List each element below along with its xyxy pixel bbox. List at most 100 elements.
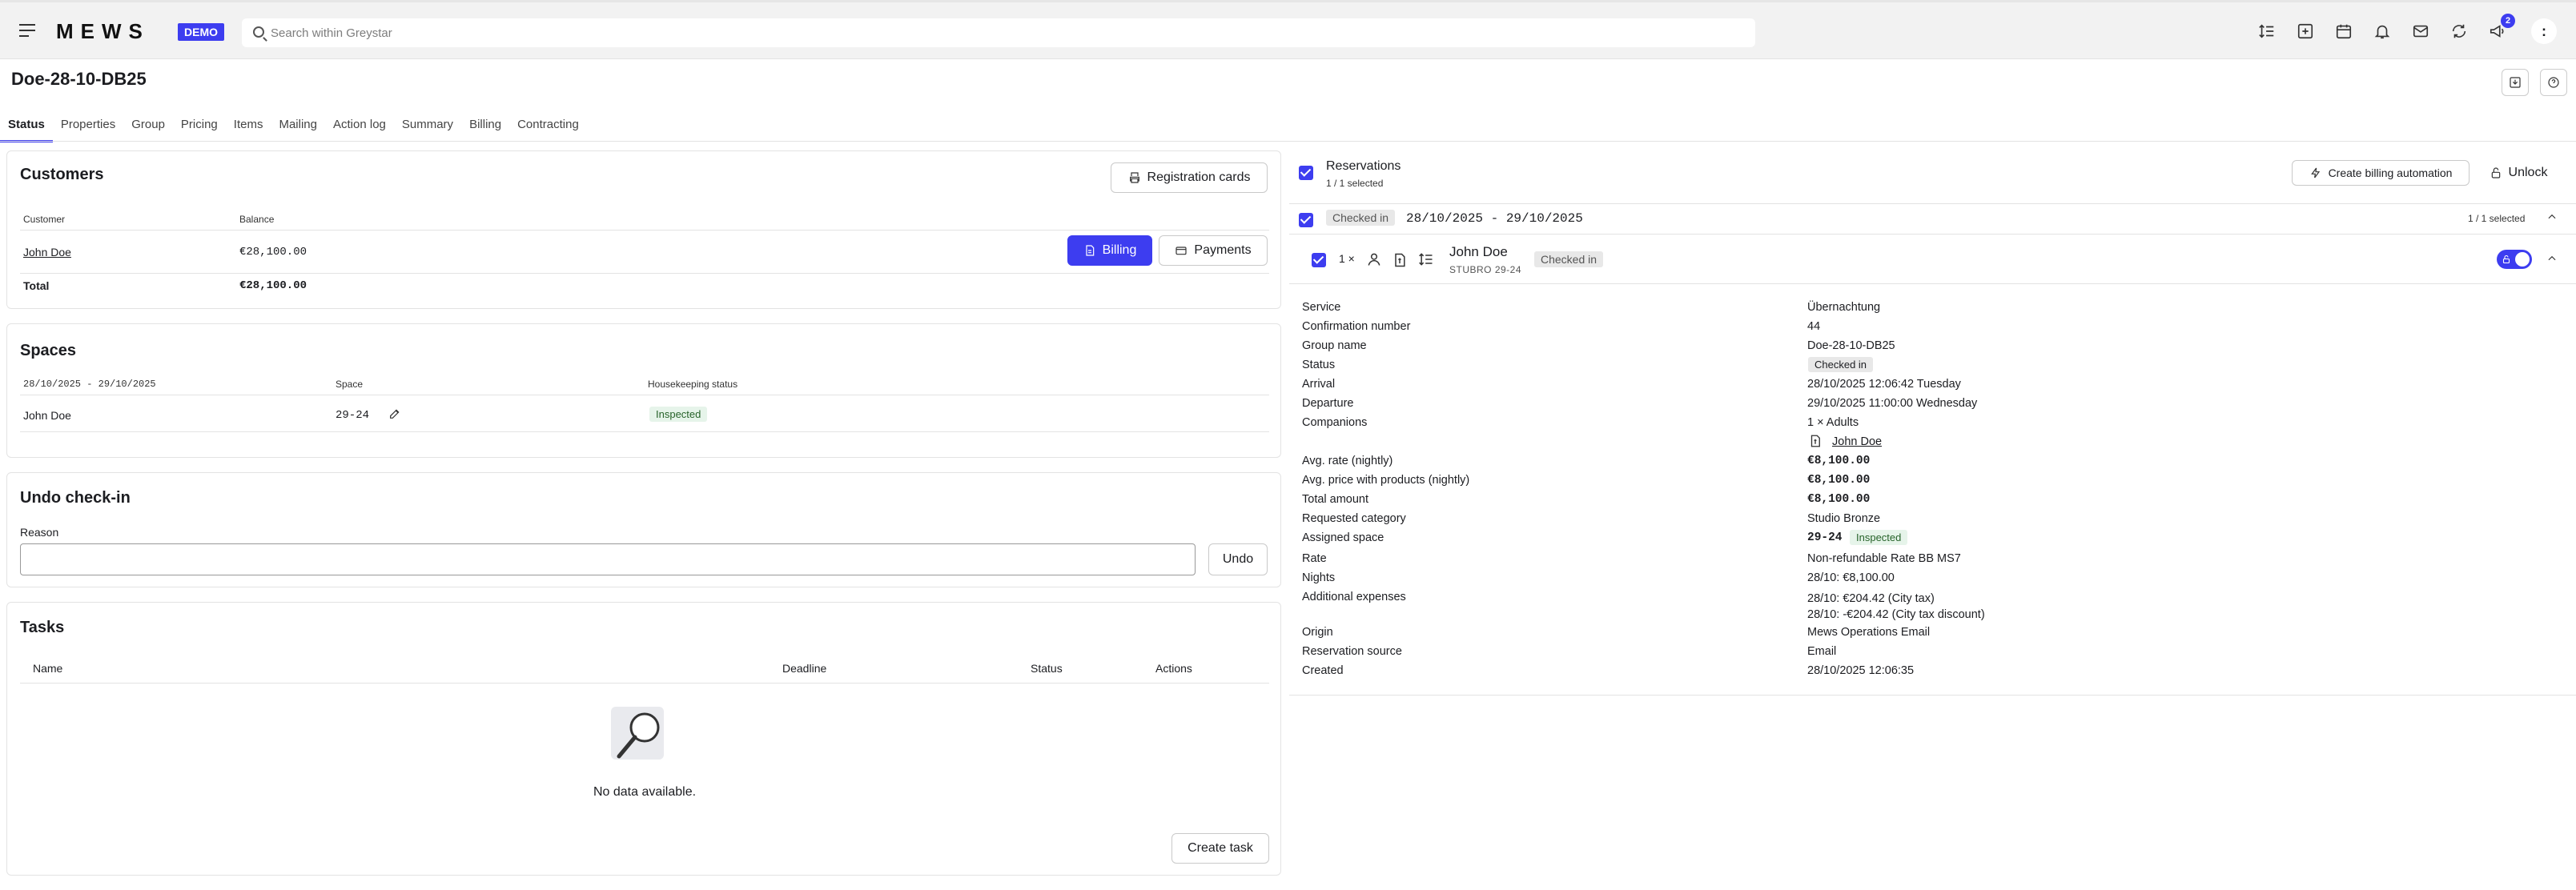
service-value: Übernachtung	[1807, 301, 1881, 314]
menu-icon[interactable]	[19, 24, 35, 37]
created-label: Created	[1302, 664, 1344, 677]
arrival-label: Arrival	[1302, 378, 1336, 391]
payments-button[interactable]: Payments	[1159, 235, 1268, 266]
nights-label: Nights	[1302, 571, 1336, 584]
mail-icon[interactable]	[2401, 17, 2440, 46]
divider	[1289, 695, 2576, 696]
companions-value: 1 × Adults	[1807, 416, 1859, 429]
search-icon	[253, 26, 264, 38]
col-dates: 28/10/2025 - 29/10/2025	[23, 379, 156, 390]
tab-billing[interactable]: Billing	[461, 114, 509, 142]
avatar: :	[2531, 18, 2557, 44]
calendar-icon[interactable]	[2325, 17, 2363, 46]
search-bar[interactable]	[242, 18, 1755, 47]
tab-group[interactable]: Group	[123, 114, 173, 142]
reservation-checkbox[interactable]	[1312, 253, 1326, 267]
avg-rate-value: €8,100.00	[1807, 455, 1871, 467]
lightning-icon	[2310, 167, 2320, 178]
confirmation-label: Confirmation number	[1302, 320, 1411, 333]
print-icon	[1129, 172, 1139, 183]
search-input[interactable]	[271, 18, 1744, 47]
tab-action-log[interactable]: Action log	[325, 114, 394, 142]
help-button[interactable]	[2540, 69, 2567, 96]
guest-sub: STUBRO 29-24	[1449, 264, 1522, 275]
edit-icon[interactable]	[388, 407, 401, 420]
assigned-space-label: Assigned space	[1302, 531, 1384, 544]
undo-checkin-card: Undo check-in Reason Undo	[6, 472, 1281, 587]
export-button[interactable]	[2502, 69, 2529, 96]
line-height-icon[interactable]	[2248, 17, 2286, 46]
document-icon[interactable]	[1392, 251, 1408, 269]
group-checkbox[interactable]	[1299, 213, 1313, 227]
app-logo[interactable]: MEWS	[56, 19, 150, 44]
chevron-up-icon[interactable]	[2546, 211, 2558, 222]
status-label: Status	[1302, 359, 1336, 371]
tab-properties[interactable]: Properties	[53, 114, 123, 142]
bell-icon[interactable]	[2363, 17, 2401, 46]
customer-name-link[interactable]: John Doe	[23, 246, 71, 259]
col-balance: Balance	[239, 214, 275, 225]
group-dates: 28/10/2025 - 29/10/2025	[1406, 211, 1583, 226]
tab-summary[interactable]: Summary	[394, 114, 461, 142]
chevron-up-icon[interactable]	[2546, 253, 2558, 264]
announcements-icon[interactable]: 2	[2478, 14, 2517, 46]
group-selected: 1 / 1 selected	[2468, 213, 2526, 224]
arrival-value: 28/10/2025 12:06:42 Tuesday	[1807, 378, 1961, 391]
col-status: Status	[1031, 662, 1063, 675]
col-deadline: Deadline	[782, 662, 827, 675]
tab-bar: Status Properties Group Pricing Items Ma…	[0, 114, 587, 142]
tab-items[interactable]: Items	[226, 114, 271, 142]
tab-mailing[interactable]: Mailing	[271, 114, 325, 142]
space-guest-name: John Doe	[23, 409, 71, 422]
unlock-button[interactable]: Unlock	[2476, 160, 2561, 186]
total-amount-value: €8,100.00	[1807, 493, 1871, 506]
spaces-heading: Spaces	[20, 342, 77, 359]
reason-input[interactable]	[20, 543, 1196, 575]
tab-pricing[interactable]: Pricing	[173, 114, 226, 142]
col-space: Space	[336, 379, 364, 390]
source-value: Email	[1807, 645, 1837, 658]
group-status-badge: Checked in	[1326, 210, 1396, 226]
housekeeping-status-badge: Inspected	[649, 407, 708, 422]
departure-value: 29/10/2025 11:00:00 Wednesday	[1807, 397, 1978, 410]
tab-status[interactable]: Status	[0, 114, 53, 142]
tasks-card: Tasks Name Deadline Status Actions No da…	[6, 602, 1281, 876]
col-housekeeping: Housekeeping status	[648, 379, 738, 390]
companion-link[interactable]: John Doe	[1832, 435, 1882, 448]
divider	[20, 230, 1269, 231]
reservations-checkbox[interactable]	[1299, 166, 1313, 180]
undo-heading: Undo check-in	[20, 489, 131, 507]
guest-name[interactable]: John Doe	[1449, 244, 1508, 260]
col-customer: Customer	[23, 214, 66, 225]
magnifier-icon	[611, 707, 664, 760]
tab-contracting[interactable]: Contracting	[509, 114, 587, 142]
undo-button[interactable]: Undo	[1208, 543, 1268, 575]
page-title: Doe-28-10-DB25	[11, 69, 147, 89]
sync-icon[interactable]	[2440, 17, 2478, 46]
expense-city-tax: 28/10: €204.42 (City tax)	[1807, 592, 1935, 605]
document-icon	[1810, 435, 1820, 447]
toolbar-icons: 2 :	[2248, 14, 2576, 46]
lock-toggle[interactable]	[2497, 250, 2532, 269]
create-billing-automation-button[interactable]: Create billing automation	[2292, 160, 2470, 186]
col-actions: Actions	[1155, 662, 1192, 675]
download-icon	[2510, 77, 2521, 88]
expenses-label: Additional expenses	[1302, 591, 1406, 603]
avg-price-label: Avg. price with products (nightly)	[1302, 474, 1470, 487]
line-height-icon[interactable]	[1417, 251, 1435, 267]
add-icon[interactable]	[2286, 17, 2325, 46]
registration-cards-button[interactable]: Registration cards	[1111, 162, 1268, 193]
profile-menu[interactable]: :	[2525, 17, 2563, 46]
lock-icon	[2502, 255, 2510, 264]
reservations-selected: 1 / 1 selected	[1326, 178, 1384, 189]
group-label: Group name	[1302, 339, 1367, 352]
billing-button[interactable]: Billing	[1067, 235, 1152, 266]
create-task-button[interactable]: Create task	[1171, 833, 1269, 864]
person-icon[interactable]	[1366, 251, 1382, 267]
col-name: Name	[33, 662, 63, 675]
origin-label: Origin	[1302, 626, 1333, 639]
help-icon	[2548, 77, 2559, 88]
rate-value: Non-refundable Rate BB MS7	[1807, 552, 1961, 565]
lock-icon	[2491, 167, 2500, 178]
divider	[1289, 203, 2576, 204]
